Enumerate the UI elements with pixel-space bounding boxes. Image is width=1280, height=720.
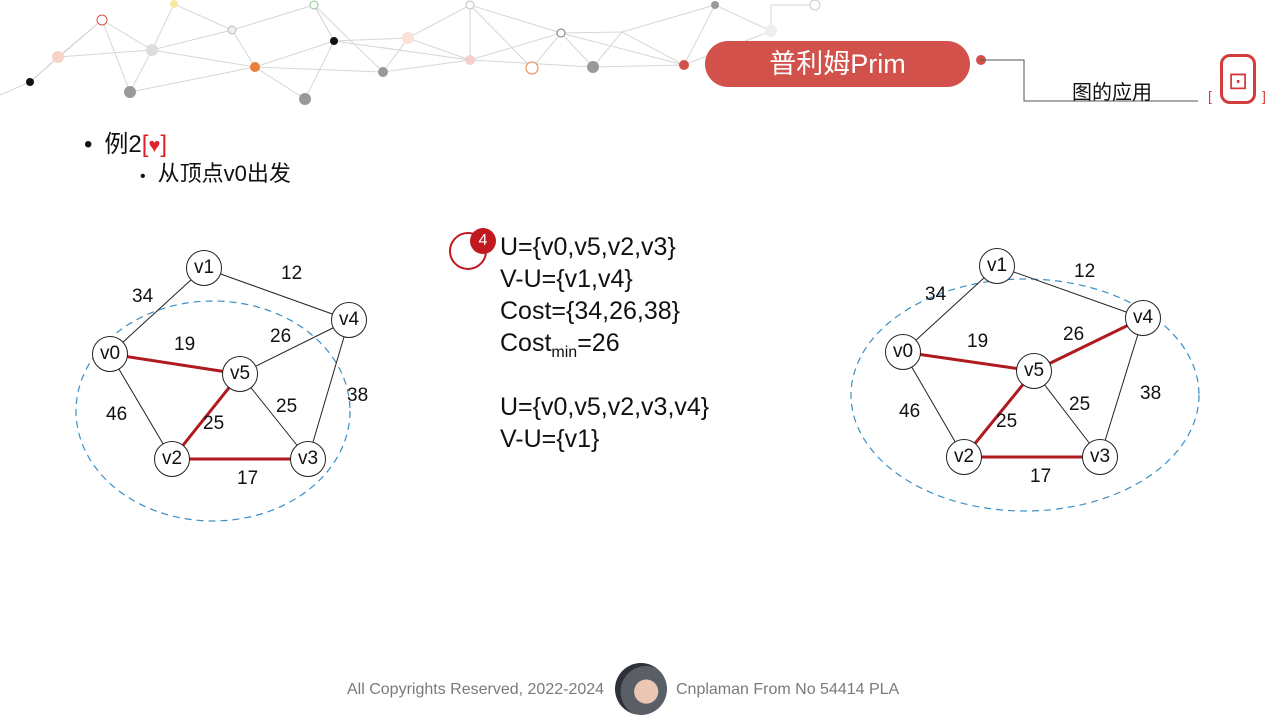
right-node-v1: v1 xyxy=(979,248,1015,284)
step-number-badge: 4 xyxy=(470,228,496,254)
section-label: 图的应用 xyxy=(1072,82,1152,104)
right-weight-v0-v2: 46 xyxy=(899,401,921,422)
step-line-u-updated: U={v0,v5,v2,v3,v4} xyxy=(500,393,710,421)
author-avatar xyxy=(615,663,667,715)
slide-title: 普利姆Prim xyxy=(705,41,970,87)
right-weight-v2-v3: 17 xyxy=(1030,466,1052,487)
left-weight-v2-v5: 25 xyxy=(203,413,225,434)
right-node-v2: v2 xyxy=(946,439,982,475)
step-line-cost-min: Costmin=26 xyxy=(500,327,620,369)
right-weight-v5-v3: 25 xyxy=(1069,394,1091,415)
right-node-v3: v3 xyxy=(1082,439,1118,475)
step-line-v-minus-u: V-U={v1,v4} xyxy=(500,265,633,293)
footer-author: Cnplaman From No 54414 PLA xyxy=(676,681,900,698)
right-weight-v0-v1: 34 xyxy=(925,284,947,305)
seal-bracket-right: ] xyxy=(1262,88,1266,104)
right-weight-v0-v5: 19 xyxy=(967,331,989,352)
right-node-v5: v5 xyxy=(1016,353,1052,389)
step-line-u: U={v0,v5,v2,v3} xyxy=(500,233,676,261)
right-node-v0: v0 xyxy=(885,334,921,370)
right-node-v4: v4 xyxy=(1125,300,1161,336)
left-node-v1: v1 xyxy=(186,250,222,286)
left-node-v0: v0 xyxy=(92,336,128,372)
right-weight-v5-v4: 26 xyxy=(1063,324,1085,345)
step-line-v-minus-u-updated: V-U={v1} xyxy=(500,425,600,453)
step-line-cost: Cost={34,26,38} xyxy=(500,297,681,325)
left-weight-v5-v4: 26 xyxy=(270,326,292,347)
footer-copyright: All Copyrights Reserved, 2022-2024 xyxy=(347,681,605,698)
cost-min-prefix: Cost xyxy=(500,329,552,357)
cost-min-value: =26 xyxy=(577,329,620,357)
left-node-v4: v4 xyxy=(331,302,367,338)
left-weight-v0-v2: 46 xyxy=(106,404,128,425)
left-node-v5: v5 xyxy=(222,356,258,392)
right-weight-v2-v5: 25 xyxy=(996,411,1018,432)
left-weight-v0-v1: 34 xyxy=(132,286,154,307)
cost-min-subscript: min xyxy=(551,344,578,361)
left-weight-v5-v3: 25 xyxy=(276,396,298,417)
red-seal-stamp-icon: ⊡ xyxy=(1220,54,1256,104)
left-weight-v2-v3: 17 xyxy=(237,468,259,489)
left-weight-v0-v5: 19 xyxy=(174,334,196,355)
left-weight-v1-v4: 12 xyxy=(281,263,303,284)
right-weight-v4-v3: 38 xyxy=(1140,383,1162,404)
left-node-v3: v3 xyxy=(290,441,326,477)
left-weight-v4-v3: 38 xyxy=(347,385,369,406)
left-node-v2: v2 xyxy=(154,441,190,477)
seal-bracket-left: [ xyxy=(1208,88,1212,104)
right-weight-v1-v4: 12 xyxy=(1074,261,1096,282)
